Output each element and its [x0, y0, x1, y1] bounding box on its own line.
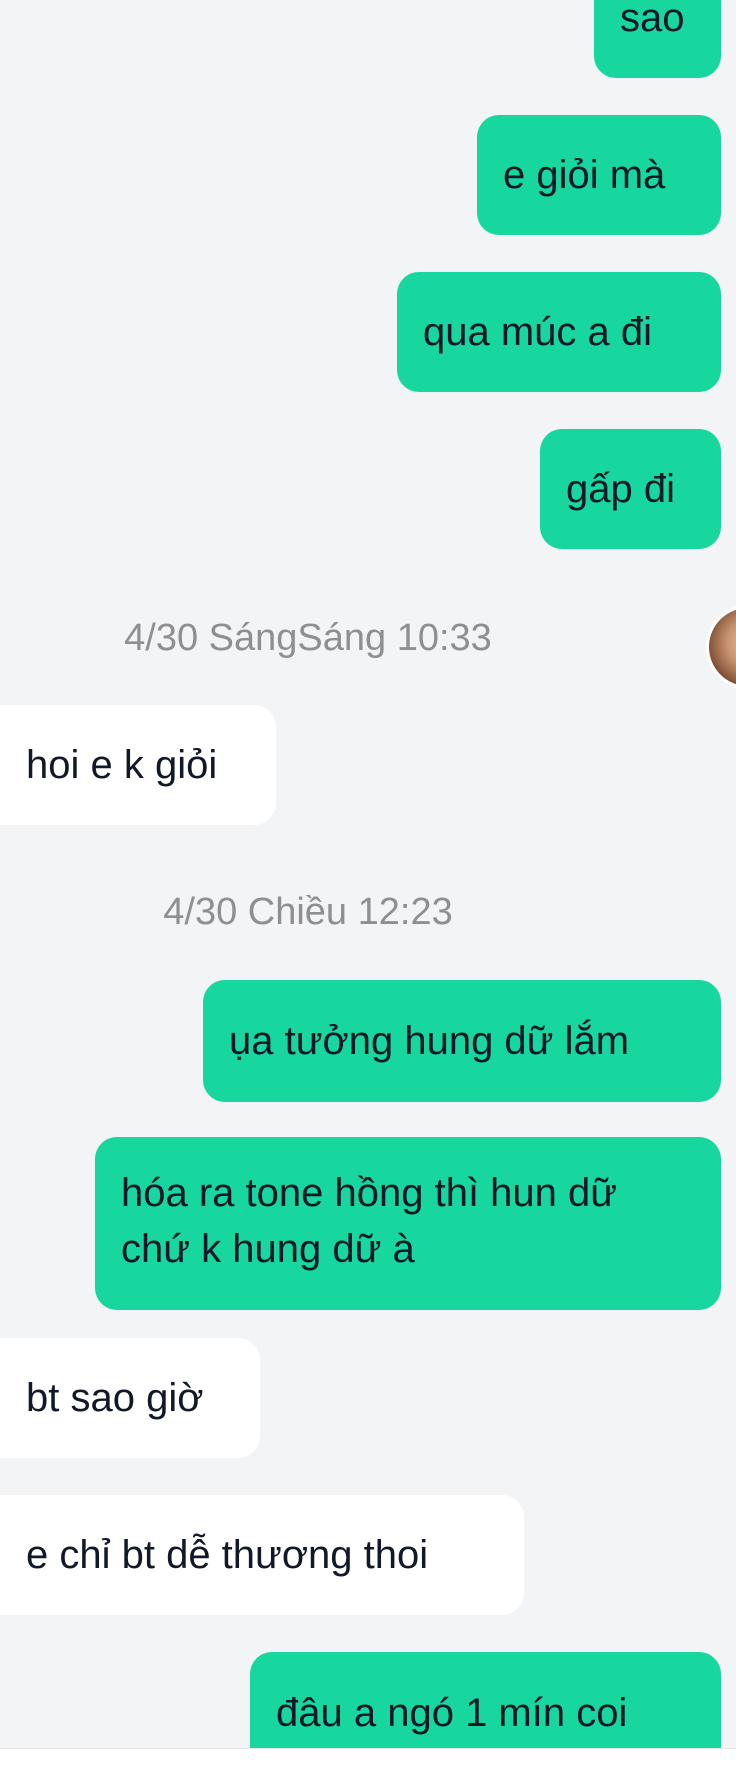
message-bubble-incoming[interactable]: bt sao giờ [0, 1338, 260, 1458]
bottom-input-area [0, 1748, 736, 1789]
message-bubble-incoming[interactable]: e chỉ bt dễ thương thoi [0, 1495, 524, 1615]
contact-avatar-icon[interactable] [706, 605, 736, 689]
message-text: qua múc a đi [423, 310, 653, 354]
chat-thread[interactable]: sao e giỏi mà qua múc a đi gấp đi 4/30 S… [0, 0, 736, 1748]
timestamp: 4/30 SángSáng 10:33 [124, 617, 492, 659]
message-text: ụa tưởng hung dữ lắm [229, 1019, 630, 1063]
timestamp: 4/30 Chiều 12:23 [163, 891, 453, 933]
message-text: bt sao giờ [26, 1376, 204, 1420]
message-bubble-outgoing[interactable]: qua múc a đi [397, 272, 721, 392]
message-text: e giỏi mà [503, 153, 666, 197]
message-bubble-outgoing[interactable]: hóa ra tone hồng thì hun dữ chứ k hung d… [95, 1137, 721, 1310]
message-text: đâu a ngó 1 mín coi [276, 1691, 628, 1735]
message-text: e chỉ bt dễ thương thoi [26, 1533, 429, 1577]
message-bubble-outgoing[interactable]: e giỏi mà [477, 115, 721, 235]
message-bubble-outgoing[interactable]: đâu a ngó 1 mín coi [250, 1652, 721, 1748]
message-bubble-outgoing[interactable]: gấp đi [540, 429, 721, 549]
message-text: hóa ra tone hồng thì hun dữ chứ k hung d… [121, 1171, 618, 1271]
message-text: gấp đi [566, 467, 675, 511]
message-bubble-outgoing[interactable]: ụa tưởng hung dữ lắm [203, 980, 721, 1102]
message-text: sao [620, 0, 685, 40]
message-text: hoi e k giỏi [26, 743, 218, 787]
message-bubble-incoming[interactable]: hoi e k giỏi [0, 705, 276, 825]
message-bubble-outgoing[interactable]: sao [594, 0, 721, 78]
